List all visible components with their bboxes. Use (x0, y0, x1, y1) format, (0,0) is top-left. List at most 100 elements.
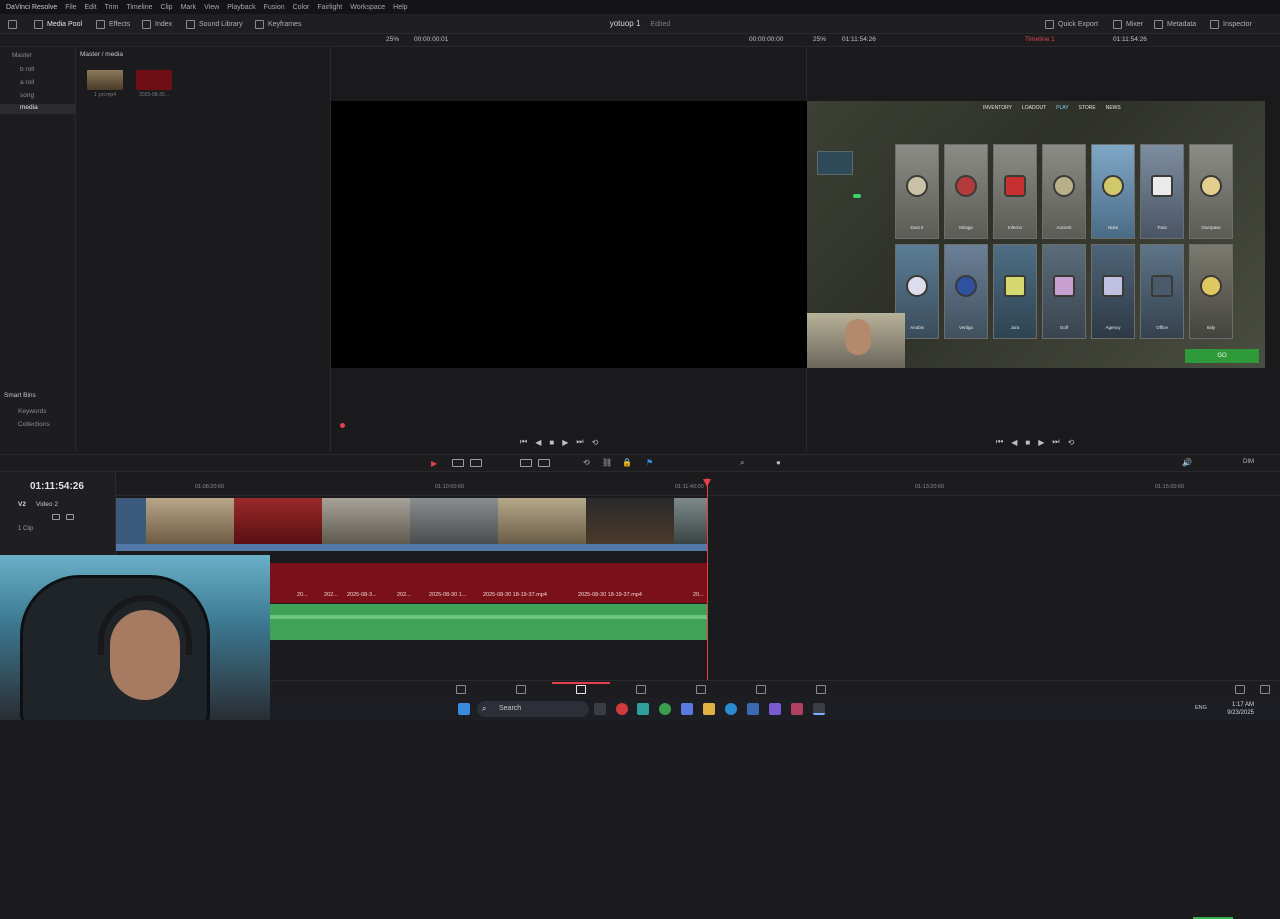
insert-clip-icon[interactable] (520, 459, 532, 469)
timeline-ruler[interactable]: 01:08:20:00 01:10:00:00 01:11:40:00 01:1… (116, 478, 1280, 496)
source-zoom[interactable]: 25% (386, 36, 399, 43)
project-name: yotuop 1 (609, 19, 641, 28)
speaker-icon[interactable]: 🔊 (1182, 458, 1192, 467)
timeline-selector[interactable]: Timeline 1 (1025, 36, 1055, 43)
menu-workspace[interactable]: Workspace (350, 4, 385, 11)
program-zoom[interactable]: 25% (813, 36, 826, 43)
smart-bin-collections[interactable]: Collections (18, 421, 50, 428)
edit-page-icon[interactable] (576, 685, 586, 694)
source-viewer-canvas[interactable] (331, 101, 807, 368)
timeline-timecode[interactable]: 01:11:54:26 (30, 481, 84, 492)
play-icon[interactable]: ▶ (562, 438, 568, 447)
menu-file[interactable]: File (65, 4, 76, 11)
clip-thumbnail-1[interactable] (87, 70, 123, 90)
quick-export-label: Quick Export (1058, 20, 1099, 28)
app-icon[interactable] (681, 703, 693, 715)
task-view-icon[interactable] (594, 703, 606, 715)
deliver-page-icon[interactable] (816, 685, 826, 694)
color-page-icon[interactable] (696, 685, 706, 694)
app-icon[interactable] (637, 703, 649, 715)
menu-view[interactable]: View (204, 4, 219, 11)
map-name: Agency (1105, 325, 1121, 330)
browser-icon[interactable] (659, 703, 671, 715)
menu-edit[interactable]: Edit (85, 4, 97, 11)
map-name: Inferno (1007, 225, 1022, 230)
bin-a-roll[interactable]: a roll (20, 79, 34, 86)
app-name[interactable]: DaVinci Resolve (6, 4, 57, 11)
metadata-button[interactable]: Metadata (1154, 18, 1196, 30)
smart-bin-keywords[interactable]: Keywords (18, 408, 47, 415)
visibility-track-icon[interactable] (66, 514, 74, 522)
menu-playback[interactable]: Playback (227, 4, 255, 11)
jump-start-icon[interactable]: ⏮ (996, 437, 1003, 447)
zoom-icon[interactable]: ⌕ (740, 458, 744, 468)
menu-fairlight[interactable]: Fairlight (317, 4, 342, 11)
davinci-resolve-icon[interactable] (813, 703, 825, 715)
map-name: Office (1156, 325, 1168, 330)
blade-tool-icon[interactable] (470, 459, 482, 469)
file-explorer-icon[interactable] (703, 703, 715, 715)
media-page-icon[interactable] (456, 685, 466, 694)
bin-song[interactable]: song (20, 92, 34, 99)
app-icon[interactable] (791, 703, 803, 715)
edge-icon[interactable] (725, 703, 737, 715)
lock-icon[interactable]: 🔒 (622, 458, 632, 467)
menu-fusion[interactable]: Fusion (264, 4, 285, 11)
playhead[interactable] (707, 478, 708, 680)
snapping-icon[interactable]: ⟲ (583, 458, 590, 467)
taskbar-search[interactable]: Search (477, 701, 589, 717)
fairlight-page-icon[interactable] (756, 685, 766, 694)
stop-icon[interactable]: ■ (1025, 438, 1030, 447)
jump-end-icon[interactable]: ⏭ (576, 437, 583, 447)
mixer-button[interactable]: Mixer (1113, 18, 1143, 30)
play-reverse-icon[interactable]: ◀ (1011, 438, 1017, 447)
play-icon[interactable]: ▶ (1038, 438, 1044, 447)
menu-trim[interactable]: Trim (105, 4, 119, 11)
jump-start-icon[interactable]: ⏮ (520, 437, 527, 447)
start-icon[interactable] (458, 703, 470, 715)
audio-clip-label: 202... (324, 592, 338, 598)
language-indicator[interactable]: ENG (1195, 705, 1207, 711)
fusion-page-icon[interactable] (636, 685, 646, 694)
map-card: Mirage (944, 144, 988, 239)
selection-tool-icon[interactable]: ▶ (431, 459, 437, 468)
menu-help[interactable]: Help (393, 4, 407, 11)
home-icon[interactable] (1235, 685, 1245, 694)
app-icon[interactable] (747, 703, 759, 715)
settings-icon[interactable] (1260, 685, 1270, 694)
menu-mark[interactable]: Mark (181, 4, 197, 11)
menu-color[interactable]: Color (293, 4, 310, 11)
track-name[interactable]: Video 2 (36, 501, 58, 508)
bin-master[interactable]: Master (12, 52, 32, 59)
loop-icon[interactable]: ⟲ (592, 438, 599, 447)
menu-timeline[interactable]: Timeline (126, 4, 152, 11)
clock[interactable]: 1:17 AM 9/23/2025 (1208, 701, 1254, 717)
audio-clip-label: 2025-08-30 1... (429, 592, 467, 598)
quick-export-button[interactable]: Quick Export (1045, 18, 1098, 30)
trim-tool-icon[interactable] (452, 459, 464, 469)
overwrite-clip-icon[interactable] (538, 459, 550, 469)
menu-clip[interactable]: Clip (161, 4, 173, 11)
bin-b-roll[interactable]: b roll (20, 66, 34, 73)
video-clip-bar[interactable] (116, 544, 708, 551)
zoom-slider-handle[interactable]: ● (776, 458, 781, 467)
map-name: Dust II (910, 225, 924, 230)
dim-button[interactable]: DIM (1243, 459, 1254, 465)
clip-thumbnail-2[interactable] (136, 70, 172, 90)
inspector-button[interactable]: Inspector (1210, 18, 1252, 30)
clip-name-2: 2025-08-30... (139, 92, 169, 98)
link-icon[interactable]: ⛓ (602, 458, 612, 467)
bin-media[interactable]: media (0, 104, 76, 114)
jump-end-icon[interactable]: ⏭ (1052, 437, 1059, 447)
play-reverse-icon[interactable]: ◀ (535, 438, 541, 447)
source-scrubber-handle[interactable] (340, 423, 345, 428)
discord-icon[interactable] (769, 703, 781, 715)
flag-icon[interactable]: ⚑ (646, 458, 653, 467)
source-right-timecode: 00:00:00:00 (749, 36, 784, 43)
audio-clip-track-2[interactable] (270, 604, 708, 640)
loop-icon[interactable]: ⟲ (1068, 438, 1075, 447)
stop-icon[interactable]: ■ (549, 438, 554, 447)
lock-track-icon[interactable] (52, 514, 60, 522)
chrome-icon[interactable] (616, 703, 628, 715)
cut-page-icon[interactable] (516, 685, 526, 694)
